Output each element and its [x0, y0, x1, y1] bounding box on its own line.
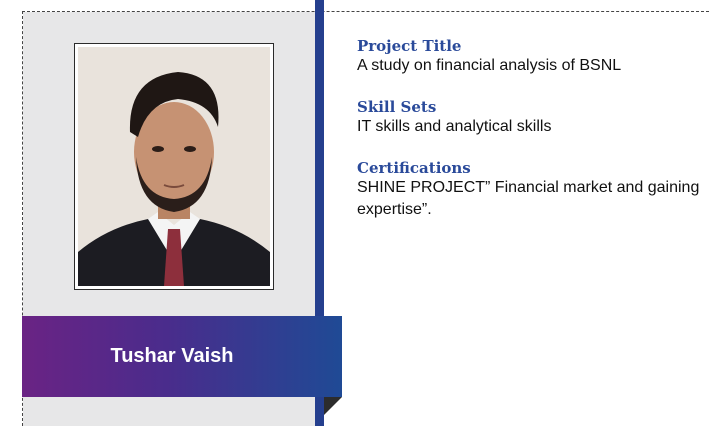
- certifications-section: Certifications SHINE PROJECT” Financial …: [357, 159, 709, 221]
- portrait-image: [78, 47, 270, 286]
- name-banner: Tushar Vaish: [22, 316, 342, 397]
- certifications-heading: Certifications: [357, 159, 471, 177]
- skill-sets-text: IT skills and analytical skills: [357, 118, 552, 135]
- project-title-text: A study on financial analysis of BSNL: [357, 57, 622, 74]
- project-title-section: Project Title A study on financial analy…: [357, 37, 709, 77]
- profile-photo: [74, 43, 274, 290]
- project-title-heading: Project Title: [357, 37, 462, 55]
- banner-fold: [324, 397, 342, 415]
- details-section: Project Title A study on financial analy…: [357, 37, 709, 242]
- skill-sets-heading: Skill Sets: [357, 98, 437, 116]
- certifications-text: SHINE PROJECT” Financial market and gain…: [357, 179, 700, 218]
- skill-sets-section: Skill Sets IT skills and analytical skil…: [357, 98, 709, 138]
- profile-name: Tushar Vaish: [110, 345, 234, 367]
